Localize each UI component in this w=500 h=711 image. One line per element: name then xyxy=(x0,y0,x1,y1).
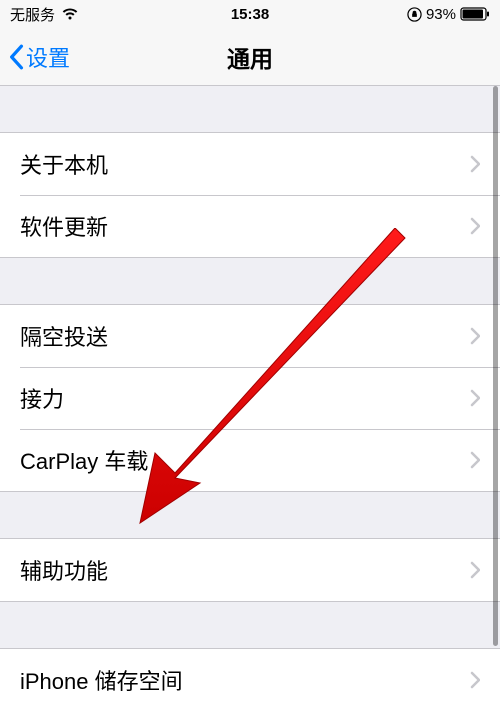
chevron-right-icon xyxy=(470,451,480,469)
row-label: 软件更新 xyxy=(20,210,470,242)
status-time: 15:38 xyxy=(231,6,269,23)
row-label: 接力 xyxy=(20,382,470,414)
group-about: 关于本机 软件更新 xyxy=(0,132,500,258)
page-title: 通用 xyxy=(227,40,273,74)
carrier-label: 无服务 xyxy=(10,4,55,25)
content-scroll[interactable]: 关于本机 软件更新 隔空投送 接力 CarPlay 车载 辅助功能 xyxy=(0,86,500,711)
orientation-lock-icon xyxy=(407,7,422,22)
row-iphone-storage[interactable]: iPhone 储存空间 xyxy=(0,649,500,711)
row-handoff[interactable]: 接力 xyxy=(0,367,500,429)
status-bar: 无服务 15:38 93% xyxy=(0,0,500,28)
chevron-right-icon xyxy=(470,217,480,235)
row-airdrop[interactable]: 隔空投送 xyxy=(0,305,500,367)
group-connectivity: 隔空投送 接力 CarPlay 车载 xyxy=(0,304,500,492)
back-button[interactable]: 设置 xyxy=(8,41,70,73)
chevron-right-icon xyxy=(470,561,480,579)
scrollbar-thumb[interactable] xyxy=(493,86,498,646)
row-label: 关于本机 xyxy=(20,148,470,180)
row-label: 辅助功能 xyxy=(20,554,470,586)
row-accessibility[interactable]: 辅助功能 xyxy=(0,539,500,601)
row-software-update[interactable]: 软件更新 xyxy=(0,195,500,257)
status-left: 无服务 xyxy=(10,4,79,25)
row-label: 隔空投送 xyxy=(20,320,470,352)
chevron-left-icon xyxy=(8,44,24,70)
status-right: 93% xyxy=(407,6,490,23)
row-about[interactable]: 关于本机 xyxy=(0,133,500,195)
group-accessibility: 辅助功能 xyxy=(0,538,500,602)
row-label: iPhone 储存空间 xyxy=(20,664,470,696)
group-storage: iPhone 储存空间 xyxy=(0,648,500,711)
row-carplay[interactable]: CarPlay 车载 xyxy=(0,429,500,491)
row-label: CarPlay 车载 xyxy=(20,444,470,476)
battery-icon xyxy=(460,7,490,21)
scrollbar[interactable] xyxy=(492,86,500,711)
chevron-right-icon xyxy=(470,155,480,173)
battery-percent: 93% xyxy=(426,6,456,23)
back-label: 设置 xyxy=(26,41,70,73)
nav-bar: 设置 通用 xyxy=(0,28,500,86)
chevron-right-icon xyxy=(470,671,480,689)
chevron-right-icon xyxy=(470,389,480,407)
wifi-icon xyxy=(61,7,79,21)
chevron-right-icon xyxy=(470,327,480,345)
